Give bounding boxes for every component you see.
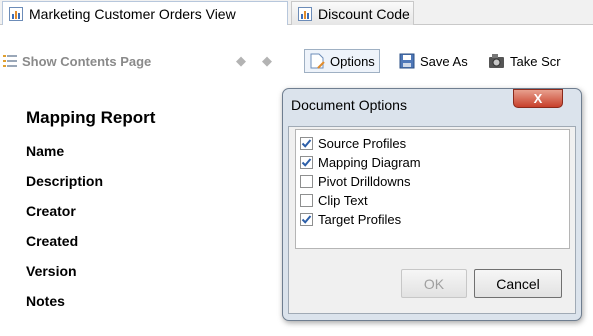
option-clip-text[interactable]: Clip Text bbox=[300, 191, 368, 209]
field-creator: Creator bbox=[26, 203, 76, 219]
option-label: Pivot Drilldowns bbox=[318, 173, 411, 189]
options-label: Options bbox=[330, 53, 375, 69]
back-arrow-icon[interactable]: ◆ bbox=[236, 50, 246, 72]
list-icon bbox=[3, 55, 17, 67]
field-description: Description bbox=[26, 173, 104, 189]
field-version: Version bbox=[26, 263, 77, 279]
camera-icon bbox=[489, 54, 504, 68]
forward-arrow-icon[interactable]: ◆ bbox=[262, 50, 272, 72]
field-name: Name bbox=[26, 143, 65, 159]
dialog-title: Document Options bbox=[291, 97, 407, 113]
save-icon bbox=[399, 53, 415, 69]
checkmark-icon bbox=[301, 157, 312, 167]
take-screenshot-button[interactable]: Take Scr bbox=[488, 50, 561, 72]
field-notes: Notes bbox=[26, 293, 65, 309]
checkbox-checked[interactable] bbox=[300, 136, 313, 150]
report-icon bbox=[9, 6, 23, 21]
report-icon bbox=[298, 6, 312, 21]
option-target-profiles[interactable]: Target Profiles bbox=[300, 210, 401, 228]
cancel-button[interactable]: Cancel bbox=[474, 269, 562, 298]
option-pivot-drilldowns[interactable]: Pivot Drilldowns bbox=[300, 172, 410, 190]
tab-marketing-customer-orders[interactable]: Marketing Customer Orders View bbox=[2, 1, 288, 25]
dialog-body: Source Profiles Mapping Diagram Pivot Dr… bbox=[288, 126, 576, 314]
checkmark-icon bbox=[301, 214, 312, 224]
checkbox-unchecked[interactable] bbox=[300, 174, 313, 188]
tab-label: Discount Code bbox=[318, 5, 410, 22]
checkmark-icon bbox=[301, 138, 312, 148]
option-label: Target Profiles bbox=[318, 211, 402, 227]
close-button[interactable]: X bbox=[513, 89, 563, 108]
option-mapping-diagram[interactable]: Mapping Diagram bbox=[300, 153, 421, 171]
options-list: Source Profiles Mapping Diagram Pivot Dr… bbox=[295, 129, 570, 249]
save-as-button[interactable]: Save As bbox=[399, 50, 468, 72]
ok-button[interactable]: OK bbox=[401, 269, 467, 298]
checkbox-checked[interactable] bbox=[300, 155, 313, 169]
toolbar: Show Contents Page ◆ ◆ Options Save As T… bbox=[0, 45, 593, 75]
tab-label: Marketing Customer Orders View bbox=[29, 5, 236, 22]
option-label: Mapping Diagram bbox=[318, 154, 421, 170]
option-source-profiles[interactable]: Source Profiles bbox=[300, 134, 406, 152]
option-label: Source Profiles bbox=[318, 135, 407, 151]
report-title: Mapping Report bbox=[26, 108, 156, 127]
save-as-label: Save As bbox=[420, 53, 468, 69]
document-options-dialog: Document Options X Source Profiles Mappi… bbox=[282, 88, 582, 321]
document-options-icon bbox=[310, 53, 325, 69]
show-contents-button[interactable]: Show Contents Page bbox=[3, 50, 151, 72]
checkbox-unchecked[interactable] bbox=[300, 193, 313, 207]
checkbox-checked[interactable] bbox=[300, 212, 313, 226]
option-label: Clip Text bbox=[318, 192, 368, 208]
close-icon: X bbox=[533, 91, 543, 106]
show-contents-label: Show Contents Page bbox=[22, 53, 152, 69]
tab-discount-code[interactable]: Discount Code bbox=[291, 1, 414, 25]
options-button[interactable]: Options bbox=[304, 49, 380, 73]
field-created: Created bbox=[26, 233, 79, 249]
take-label: Take Scr bbox=[510, 53, 561, 69]
tab-bar: Marketing Customer Orders View Discount … bbox=[0, 0, 593, 25]
